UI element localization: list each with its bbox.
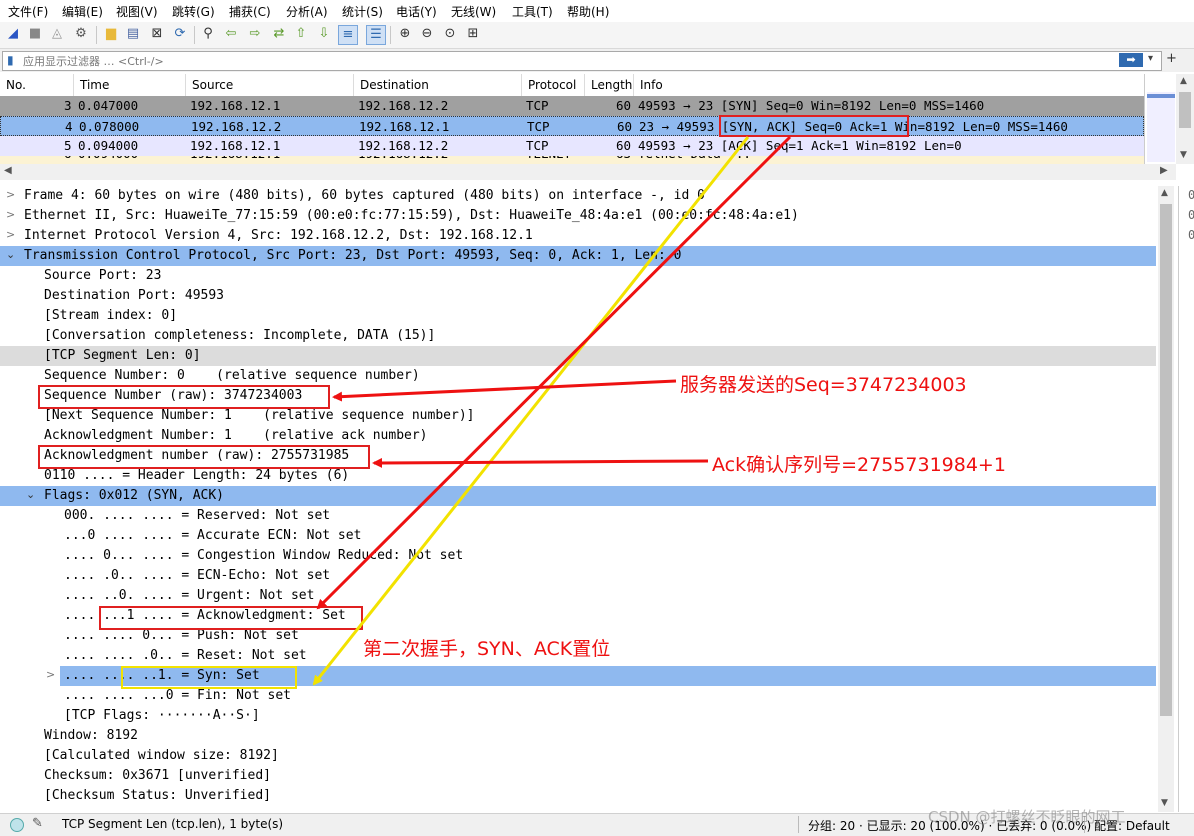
status-field-text: TCP Segment Len (tcp.len), 1 byte(s): [62, 817, 284, 831]
watermark: CSDN @打螺丝不眨眼的网工: [928, 808, 1126, 826]
annotation-seq-text: 服务器发送的Seq=3747234003: [680, 374, 967, 396]
red-arrow-seq: [332, 379, 677, 402]
red-arrow-acknum: [372, 457, 709, 468]
annotation-arrows: [312, 135, 792, 686]
edit-comment-icon[interactable]: ✎: [32, 816, 43, 831]
expert-info-icon[interactable]: [10, 818, 24, 832]
annotation-flags-text: 第二次握手，SYN、ACK置位: [363, 638, 611, 660]
annotation-ack-text: Ack确认序列号=2755731984+1: [712, 454, 1006, 476]
yellow-arrow-syn: [312, 136, 750, 686]
